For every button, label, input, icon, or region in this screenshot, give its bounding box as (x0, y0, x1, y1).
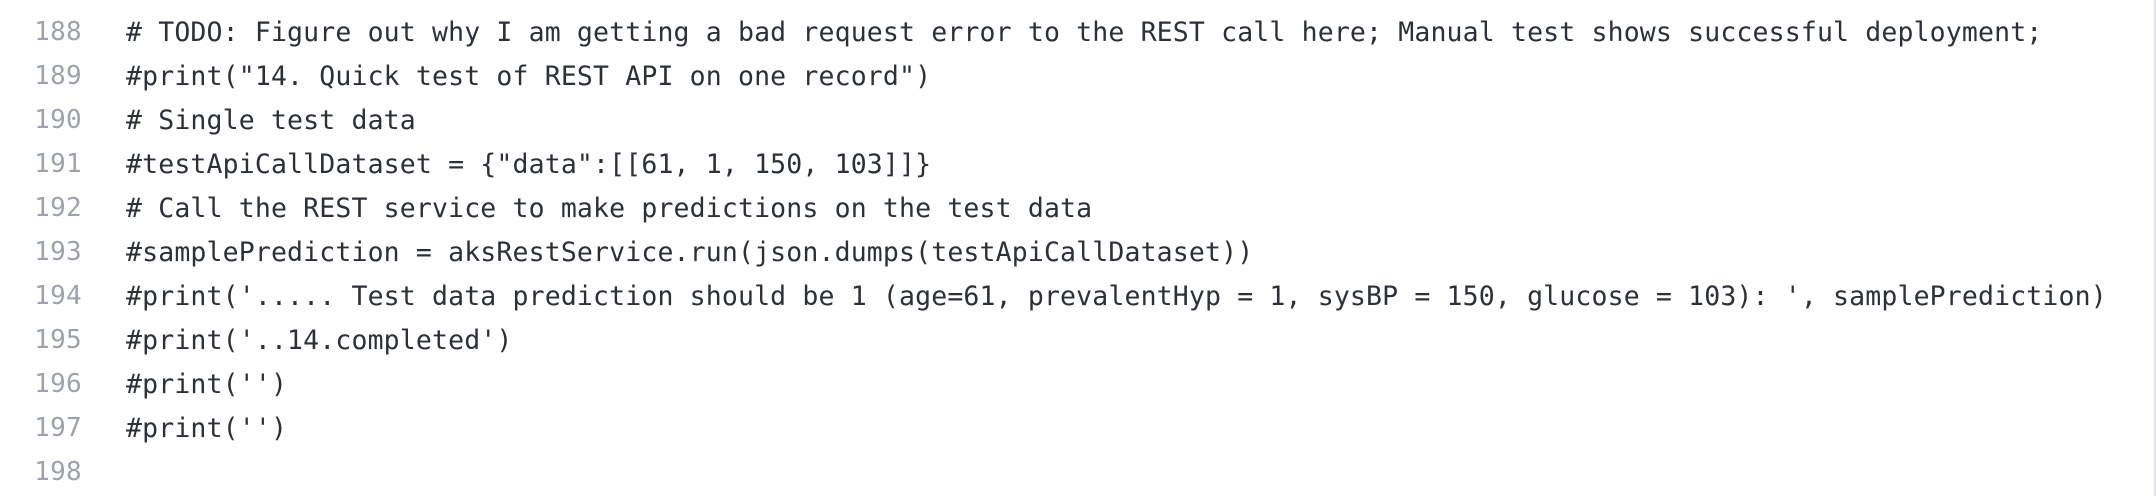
code-view: 188 # TODO: Figure out why I am getting … (0, 0, 2156, 496)
line-code[interactable]: # TODO: Figure out why I am getting a ba… (126, 17, 2042, 48)
line-number[interactable]: 198 (0, 457, 82, 487)
code-line[interactable]: 192 # Call the REST service to make pred… (0, 186, 2150, 230)
line-number[interactable]: 195 (0, 325, 82, 355)
code-line[interactable]: 196 #print('') (0, 362, 2150, 406)
line-number[interactable]: 188 (0, 17, 82, 47)
line-number[interactable]: 191 (0, 149, 82, 179)
line-code[interactable]: #print("14. Quick test of REST API on on… (126, 61, 931, 92)
line-code[interactable]: # Single test data (126, 105, 416, 136)
code-line[interactable]: 190 # Single test data (0, 98, 2150, 142)
line-number[interactable]: 193 (0, 237, 82, 267)
line-number[interactable]: 194 (0, 281, 82, 311)
line-code[interactable]: # Call the REST service to make predicti… (126, 193, 1092, 224)
line-number[interactable]: 196 (0, 369, 82, 399)
line-code[interactable]: #print('') (126, 413, 287, 444)
code-line[interactable]: 197 #print('') (0, 406, 2150, 450)
line-code[interactable]: #testApiCallDataset = {"data":[[61, 1, 1… (126, 149, 931, 180)
code-line[interactable]: 189 #print("14. Quick test of REST API o… (0, 54, 2150, 98)
line-code[interactable]: #print('..... Test data prediction shoul… (126, 281, 2107, 312)
line-number[interactable]: 192 (0, 193, 82, 223)
line-number[interactable]: 190 (0, 105, 82, 135)
code-line[interactable]: 194 #print('..... Test data prediction s… (0, 274, 2150, 318)
code-line[interactable]: 191 #testApiCallDataset = {"data":[[61, … (0, 142, 2150, 186)
line-number[interactable]: 189 (0, 61, 82, 91)
code-line[interactable]: 198 (0, 450, 2150, 494)
code-line[interactable]: 195 #print('..14.completed') (0, 318, 2150, 362)
line-code[interactable]: #print('') (126, 369, 287, 400)
line-code[interactable]: #print('..14.completed') (126, 325, 513, 356)
line-code[interactable]: #samplePrediction = aksRestService.run(j… (126, 237, 1253, 268)
code-line[interactable]: 188 # TODO: Figure out why I am getting … (0, 10, 2150, 54)
line-number[interactable]: 197 (0, 413, 82, 443)
code-line[interactable]: 193 #samplePrediction = aksRestService.r… (0, 230, 2150, 274)
